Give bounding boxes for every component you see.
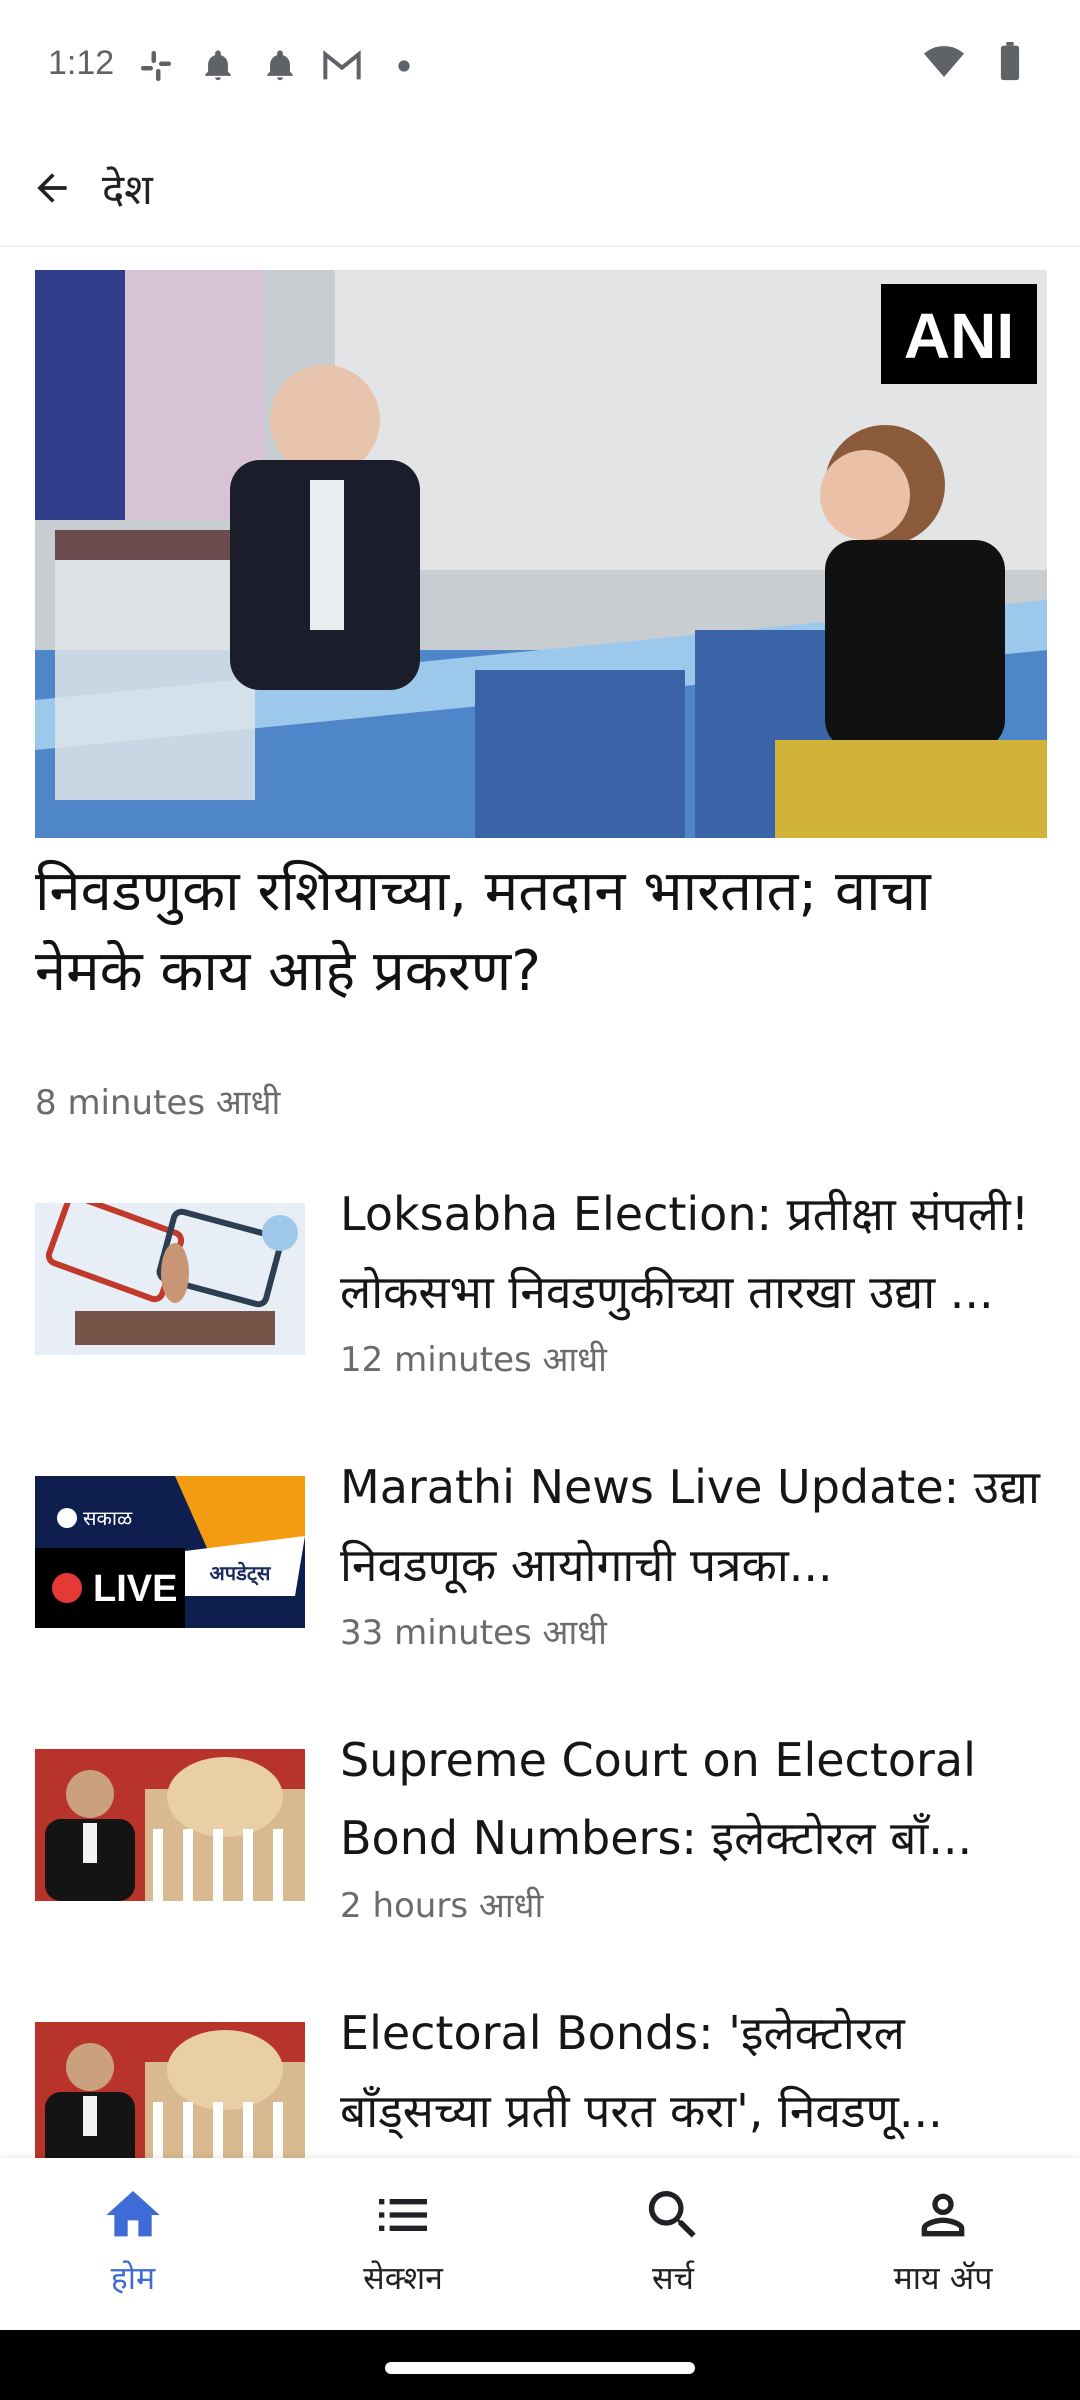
gmail-icon (322, 46, 362, 86)
article-title: Supreme Court on Electoral Bond Numbers:… (340, 1733, 976, 1865)
bottom-navigation: होम सेक्शन सर्च माय ॲप (0, 2158, 1080, 2330)
article-title: Loksabha Election: प्रतीक्षा संपली! लोकस… (340, 1187, 1030, 1319)
hero-article-title[interactable]: निवडणुका रशियाच्या, मतदान भारतात; वाचा न… (35, 852, 1045, 1012)
nav-sections-label: सेक्शन (363, 2259, 443, 2297)
nav-my-app[interactable]: माय ॲप (843, 2180, 1043, 2310)
status-system-icons (924, 42, 1030, 82)
hero-article-image[interactable]: ANI (35, 270, 1047, 838)
article-time: 2 hours आधी (340, 1886, 544, 1926)
article-thumbnail (35, 2022, 305, 2174)
nav-home-label: होम (110, 2259, 156, 2297)
thumbnail-updates-label: अपडेट्स (210, 1561, 272, 1586)
arrow-back-icon (37, 173, 67, 203)
status-bar: 1:12 (0, 0, 1080, 130)
list-item[interactable]: अपडेट्स सकाळ LIVE Marathi News Live Upda… (35, 1448, 1045, 1658)
slack-icon (136, 46, 176, 86)
article-thumbnail: अपडेट्स सकाळ LIVE (35, 1476, 305, 1628)
notification-bell-icon (198, 46, 238, 86)
notification-bell-icon (260, 46, 300, 86)
nav-search[interactable]: सर्च (573, 2180, 773, 2310)
article-time: 33 minutes आधी (340, 1613, 607, 1653)
list-item[interactable]: Supreme Court on Electoral Bond Numbers:… (35, 1721, 1045, 1931)
search-icon (648, 2191, 696, 2238)
dot-icon (384, 46, 424, 86)
nav-my-app-label: माय ॲप (893, 2259, 993, 2297)
article-thumbnail (35, 1749, 305, 1901)
back-button[interactable] (24, 160, 80, 216)
home-icon (106, 2191, 160, 2237)
hero-image-badge: ANI (904, 300, 1014, 372)
wifi-icon (924, 42, 964, 82)
nav-home[interactable]: होम (33, 2180, 233, 2310)
system-gesture-area (0, 2330, 1080, 2400)
status-notification-icons (136, 46, 424, 86)
nav-search-label: सर्च (652, 2259, 694, 2297)
hero-article-time: 8 minutes आधी (35, 1083, 281, 1123)
article-title: Marathi News Live Update: उद्या निवडणूक … (340, 1460, 1040, 1592)
page-title: देश (102, 165, 153, 214)
list-icon (379, 2199, 427, 2231)
list-item[interactable]: Loksabha Election: प्रतीक्षा संपली! लोकस… (35, 1175, 1045, 1385)
status-time: 1:12 (48, 44, 115, 82)
person-icon (921, 2193, 965, 2237)
app-bar: देश (0, 130, 1080, 247)
battery-icon (990, 42, 1030, 82)
live-badge: LIVE (93, 1568, 177, 1610)
nav-sections[interactable]: सेक्शन (303, 2180, 503, 2310)
article-time: 12 minutes आधी (340, 1340, 607, 1380)
home-gesture-handle[interactable] (385, 2362, 695, 2374)
article-title: Electoral Bonds: 'इलेक्टोरल बाँड्सच्या प… (340, 2006, 943, 2138)
thumbnail-brand-label: सकाळ (83, 1506, 133, 1530)
article-thumbnail (35, 1203, 305, 1355)
